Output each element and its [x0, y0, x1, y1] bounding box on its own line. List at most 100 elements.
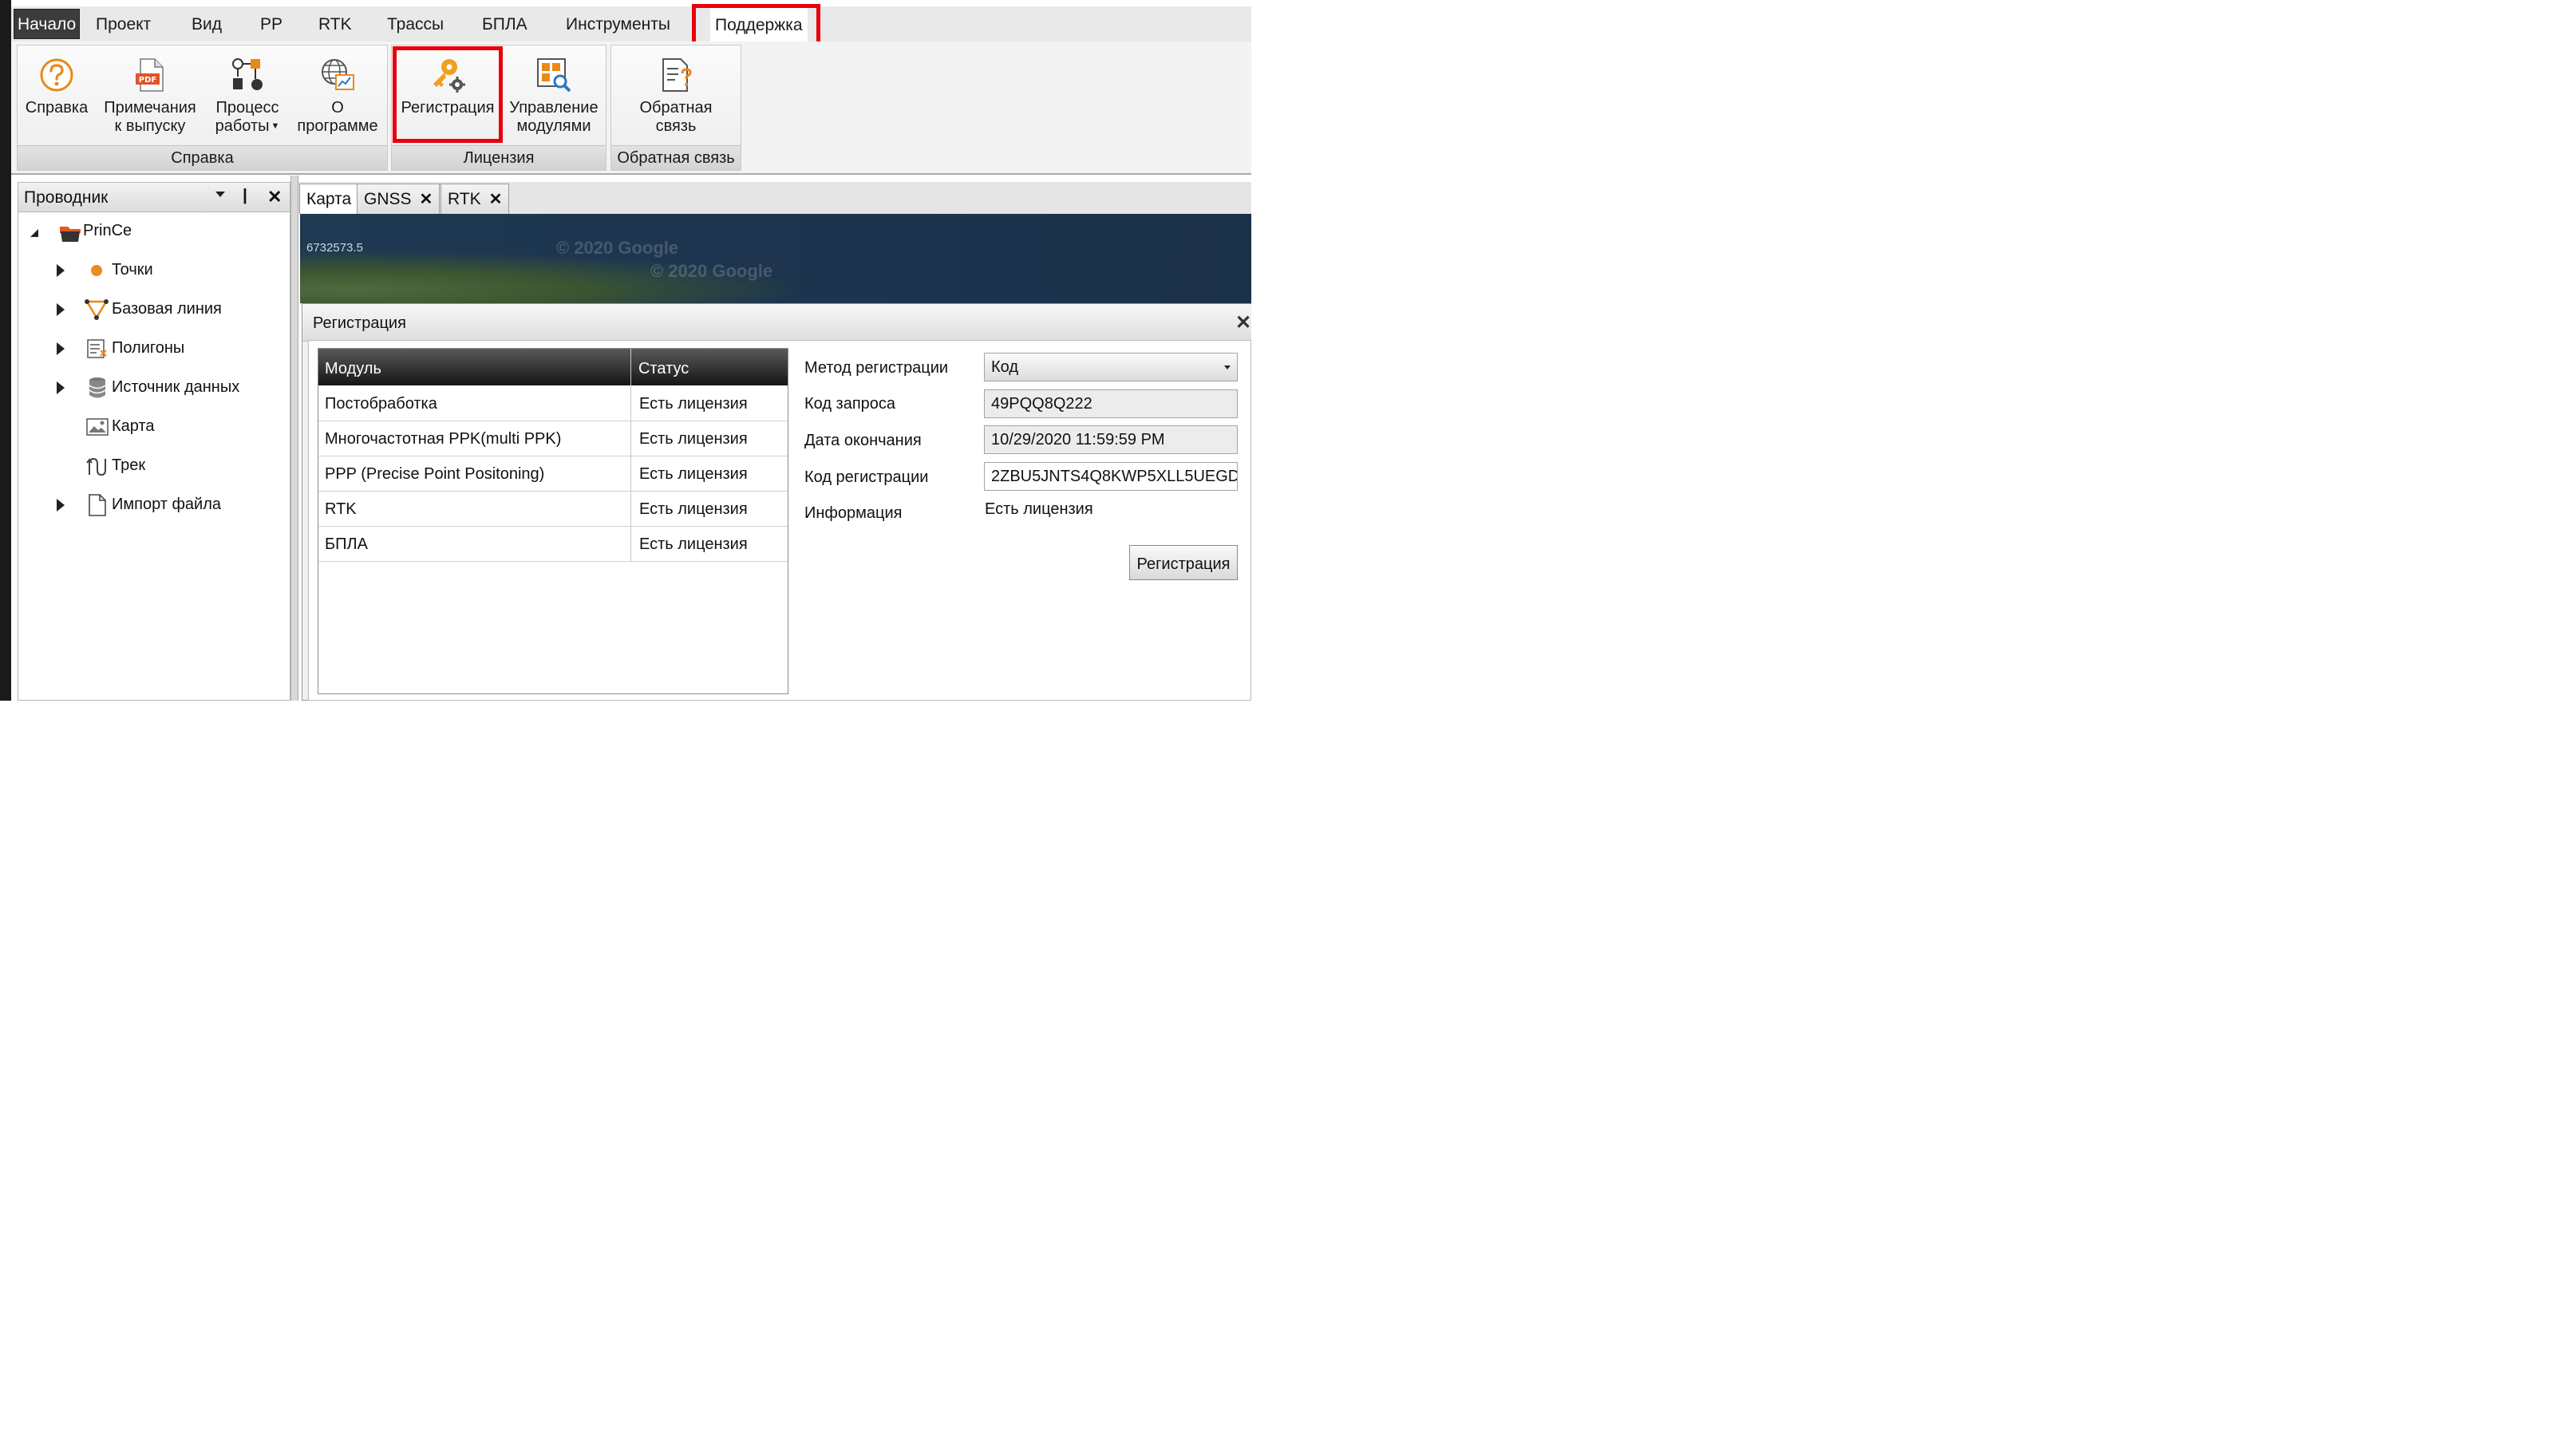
workflow-icon	[228, 56, 267, 94]
menu-pp[interactable]: PP	[260, 6, 282, 41]
map-coordinate-label: 6732573.5	[306, 241, 363, 255]
register-button[interactable]: Регистрация	[1129, 545, 1238, 580]
information-value: Есть лицензия	[985, 500, 1093, 518]
tab-rtk[interactable]: RTK ✕	[441, 184, 510, 214]
question-circle-icon	[38, 56, 76, 94]
dialog-close-icon[interactable]: ✕	[1235, 311, 1251, 334]
tree-item-data-source[interactable]: Источник данных	[112, 376, 239, 398]
svg-text:PDF: PDF	[139, 76, 156, 85]
expand-arrow-icon[interactable]	[57, 381, 65, 394]
pdf-icon: PDF	[131, 56, 169, 94]
menu-support[interactable]: Поддержка	[710, 7, 808, 42]
file-icon	[88, 493, 107, 522]
collapse-arrow-icon[interactable]	[30, 229, 38, 237]
table-cell-module: БПЛА	[325, 535, 368, 553]
registration-ribbon-button[interactable]: Регистрация	[397, 48, 498, 117]
expand-arrow-icon[interactable]	[57, 499, 65, 512]
menu-home[interactable]: Начало	[14, 9, 81, 39]
window-left-edge	[0, 0, 11, 701]
feedback-button[interactable]: Обратная связь	[632, 48, 720, 136]
expand-arrow-icon[interactable]	[57, 303, 65, 316]
help-button-label: Справка	[25, 99, 89, 117]
tab-gnss[interactable]: GNSS ✕	[357, 184, 441, 214]
table-cell-status: Есть лицензия	[639, 395, 748, 413]
explorer-title: Проводник	[24, 188, 109, 207]
pin-icon[interactable]: ꟾ	[243, 188, 247, 208]
module-management-label-2: модулями	[516, 117, 591, 135]
tree-item-import-file[interactable]: Импорт файла	[112, 493, 221, 516]
expiry-date-field[interactable]: 10/29/2020 11:59:59 PM	[984, 425, 1238, 454]
globe-chart-icon	[318, 56, 357, 94]
request-code-field[interactable]: 49PQQ8Q222	[984, 389, 1238, 418]
module-management-label-1: Управление	[509, 99, 599, 117]
expand-arrow-icon[interactable]	[57, 342, 65, 355]
information-label: Информация	[804, 504, 903, 522]
table-cell-status: Есть лицензия	[639, 500, 748, 518]
polygons-icon	[86, 338, 109, 365]
request-code-label: Код запроса	[804, 395, 896, 413]
point-dot-icon	[91, 265, 102, 276]
feedback-label-1: Обратная	[639, 99, 713, 117]
map-image-icon	[86, 417, 109, 441]
map-watermark: © 2020 Google	[556, 238, 679, 258]
table-cell-module: Постобработка	[325, 395, 437, 413]
dialog-title-bar[interactable]	[302, 304, 1251, 342]
close-icon[interactable]: ✕	[489, 191, 503, 208]
release-notes-label-2: к выпуску	[114, 117, 186, 135]
table-cell-status: Есть лицензия	[639, 465, 748, 483]
tree-item-baseline[interactable]: Базовая линия	[112, 298, 222, 320]
workflow-label-2-wrap: работы ▼	[209, 117, 286, 136]
database-icon	[88, 377, 107, 404]
menu-routes[interactable]: Трассы	[387, 6, 444, 41]
ribbon-group-label-license: Лицензия	[392, 145, 606, 170]
module-management-button[interactable]: Управление модулями	[506, 48, 602, 136]
column-divider	[630, 349, 631, 561]
table-cell-status: Есть лицензия	[639, 430, 748, 448]
about-label-2: программе	[297, 117, 378, 135]
workflow-label-2: работы	[215, 117, 270, 135]
tab-map-label: Карта	[306, 190, 352, 208]
registration-code-field[interactable]: 2ZBU5JNTS4Q8KWP5XLL5UEGD	[984, 462, 1238, 491]
close-icon[interactable]: ✕	[420, 191, 433, 208]
help-button[interactable]: Справка	[22, 48, 91, 117]
registration-method-label: Метод регистрации	[804, 359, 949, 377]
tab-rtk-label: RTK	[448, 190, 481, 208]
menu-rtk[interactable]: RTK	[318, 6, 352, 41]
dialog-title: Регистрация	[313, 314, 406, 332]
modules-search-icon	[535, 56, 573, 94]
document-question-icon	[657, 56, 695, 94]
menu-uav[interactable]: БПЛА	[482, 6, 527, 41]
ribbon-group-label-help: Справка	[18, 145, 387, 170]
expand-arrow-icon[interactable]	[57, 264, 65, 277]
key-gear-icon	[429, 56, 467, 94]
menu-tools[interactable]: Инструменты	[566, 6, 670, 41]
tree-item-track[interactable]: Трек	[112, 454, 145, 476]
track-icon	[86, 456, 109, 483]
table-cell-status: Есть лицензия	[639, 535, 748, 553]
about-button[interactable]: О программе	[292, 48, 383, 136]
dropdown-arrow-icon: ▼	[271, 121, 280, 131]
workflow-button[interactable]: Процесс работы ▼	[209, 48, 286, 136]
panel-splitter[interactable]	[290, 176, 298, 701]
release-notes-label-1: Примечания	[104, 99, 196, 117]
tree-root-prince[interactable]: PrinCe	[83, 219, 132, 242]
column-header-status[interactable]: Статус	[638, 349, 689, 385]
registration-ribbon-label: Регистрация	[401, 99, 495, 117]
explorer-menu-arrow-icon[interactable]	[215, 192, 225, 197]
tab-map[interactable]: Карта	[299, 184, 359, 214]
release-notes-button[interactable]: PDF Примечания к выпуску	[99, 48, 201, 136]
tree-item-map[interactable]: Карта	[112, 415, 155, 437]
table-header	[318, 349, 788, 385]
tree-item-polygons[interactable]: Полигоны	[112, 337, 184, 359]
tab-gnss-label: GNSS	[364, 190, 412, 208]
explorer-close-icon[interactable]: ✕	[267, 187, 282, 207]
column-header-module[interactable]: Модуль	[325, 349, 381, 385]
table-cell-module: Многочастотная PPK(multi PPK)	[325, 430, 562, 448]
map-view[interactable]	[300, 214, 1251, 303]
registration-method-select[interactable]: Код	[984, 353, 1238, 381]
menu-view[interactable]: Вид	[192, 6, 222, 41]
menu-project[interactable]: Проект	[96, 6, 151, 41]
project-folder-icon	[59, 223, 81, 247]
explorer-panel	[18, 182, 290, 701]
tree-item-points[interactable]: Точки	[112, 259, 153, 281]
